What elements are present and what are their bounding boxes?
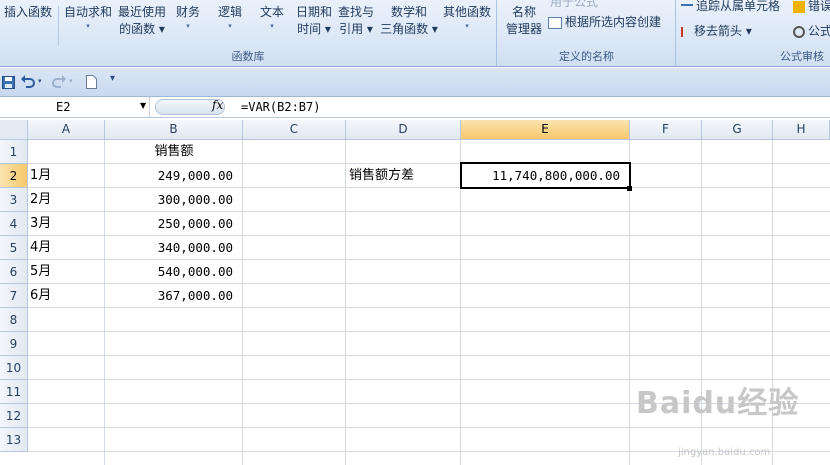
name-box-dropdown-icon[interactable]: ▼	[140, 101, 146, 110]
gridline	[242, 140, 243, 465]
formula-bar: E2 ▼ fx =VAR(B2:B7)	[0, 97, 830, 118]
column-header-g[interactable]: G	[702, 120, 773, 140]
autosum-button[interactable]: 自动求和 ▾	[62, 4, 114, 31]
gridline	[345, 140, 346, 465]
math-trig-button[interactable]: 数学和 三角函数 ▾	[378, 4, 440, 38]
column-header-b[interactable]: B	[105, 120, 243, 140]
recent-functions-button[interactable]: 最近使用 的函数 ▾	[116, 4, 168, 38]
fill-handle[interactable]	[627, 186, 632, 191]
cell-d2[interactable]: 销售额方差	[349, 164, 460, 188]
cell-a2[interactable]: 1月	[30, 164, 104, 188]
cell-a5[interactable]: 4月	[30, 236, 104, 260]
cell-a4[interactable]: 3月	[30, 212, 104, 236]
use-in-formula-button[interactable]: 用于公式	[550, 0, 598, 10]
name-box[interactable]: E2	[0, 97, 150, 117]
column-header-e[interactable]: E	[461, 120, 630, 140]
cell-a7[interactable]: 6月	[30, 284, 104, 308]
defined-names-label: 定义的名称	[559, 50, 614, 63]
cell-b1[interactable]: 销售额	[105, 140, 243, 164]
row-header-11[interactable]: 11	[0, 380, 28, 404]
row-header-13[interactable]: 13	[0, 428, 28, 452]
gridline	[28, 427, 830, 428]
error-check-button[interactable]: 错误	[793, 0, 830, 14]
column-header-c[interactable]: C	[243, 120, 346, 140]
ribbon: 插入函数 自动求和 ▾ 最近使用 的函数 ▾ 财务 ▾ 逻辑 ▾ 文本 ▾ 日期和 时间 ▾…	[0, 0, 830, 67]
row-header-1[interactable]: 1	[0, 140, 28, 164]
undo-dropdown-icon[interactable]: ▾	[38, 77, 42, 85]
undo-icon[interactable]	[21, 75, 35, 88]
remove-arrows-icon	[681, 26, 691, 37]
save-icon[interactable]	[2, 76, 15, 89]
trace-arrow-icon	[681, 3, 693, 10]
warning-icon	[793, 0, 805, 13]
cell-b3[interactable]: 300,000.00	[105, 188, 233, 212]
row-header-6[interactable]: 6	[0, 260, 28, 284]
cell-b6[interactable]: 540,000.00	[105, 260, 233, 284]
formula-auditing-label: 公式审核	[780, 50, 824, 63]
lookup-reference-button[interactable]: 查找与 引用 ▾	[335, 4, 377, 38]
name-manager-button[interactable]: 名称 管理器	[504, 4, 544, 38]
column-header-a[interactable]: A	[28, 120, 105, 140]
trace-dependents-button[interactable]: 追踪从属单元格	[681, 0, 780, 14]
cell-b2[interactable]: 249,000.00	[105, 164, 233, 188]
insert-function-button[interactable]: 插入函数	[2, 4, 54, 21]
row-header-9[interactable]: 9	[0, 332, 28, 356]
select-all-corner[interactable]	[0, 120, 28, 140]
row-header-12[interactable]: 12	[0, 404, 28, 428]
row-header-5[interactable]: 5	[0, 236, 28, 260]
cell-b5[interactable]: 340,000.00	[105, 236, 233, 260]
create-from-selection-button[interactable]: 根据所选内容创建	[548, 13, 661, 30]
row-header-10[interactable]: 10	[0, 356, 28, 380]
row-header-8[interactable]: 8	[0, 308, 28, 332]
row-header-2[interactable]: 2	[0, 164, 28, 188]
function-library-label: 函数库	[231, 50, 265, 63]
formula-input[interactable]: =VAR(B2:B7)	[241, 100, 320, 114]
new-document-icon[interactable]	[86, 75, 97, 89]
row-header-3[interactable]: 3	[0, 188, 28, 212]
function-library-group: 插入函数 自动求和 ▾ 最近使用 的函数 ▾ 财务 ▾ 逻辑 ▾ 文本 ▾ 日期和 时间 ▾…	[0, 0, 497, 66]
redo-icon[interactable]	[52, 75, 66, 88]
text-button[interactable]: 文本 ▾	[256, 4, 288, 31]
table-icon	[548, 16, 562, 29]
customize-qat-icon[interactable]: ▾	[110, 73, 115, 84]
cell-b7[interactable]: 367,000.00	[105, 284, 233, 308]
more-functions-button[interactable]: 其他函数 ▾	[440, 4, 494, 31]
column-header-f[interactable]: F	[630, 120, 702, 140]
evaluate-formula-button[interactable]: 公式	[793, 22, 830, 39]
insert-function-fx-button[interactable]: fx	[212, 98, 223, 112]
remove-arrows-button[interactable]: 移去箭头 ▾	[681, 22, 752, 39]
magnifier-icon	[793, 25, 805, 38]
column-header-h[interactable]: H	[773, 120, 830, 140]
gridline	[28, 355, 830, 356]
ribbon-separator	[58, 6, 59, 46]
date-time-button[interactable]: 日期和 时间 ▾	[293, 4, 335, 38]
formula-auditing-group: 追踪从属单元格 移去箭头 ▾ 错误 公式 公式审核	[677, 0, 830, 66]
watermark-url: jingyan.baidu.com	[678, 447, 771, 458]
baidu-watermark: Baidu经验	[636, 386, 800, 421]
quick-access-toolbar: ▾ ▾ ▾	[0, 68, 830, 97]
gridline	[28, 331, 830, 332]
active-cell-border[interactable]	[460, 162, 631, 189]
column-header-d[interactable]: D	[346, 120, 461, 140]
cell-a6[interactable]: 5月	[30, 260, 104, 284]
logical-button[interactable]: 逻辑 ▾	[214, 4, 246, 31]
financial-button[interactable]: 财务 ▾	[172, 4, 204, 31]
redo-dropdown-icon[interactable]: ▾	[69, 77, 73, 85]
cell-a3[interactable]: 2月	[30, 188, 104, 212]
row-header-7[interactable]: 7	[0, 284, 28, 308]
row-header-4[interactable]: 4	[0, 212, 28, 236]
defined-names-group: 名称 管理器 用于公式 根据所选内容创建 定义的名称	[498, 0, 676, 66]
cell-b4[interactable]: 250,000.00	[105, 212, 233, 236]
